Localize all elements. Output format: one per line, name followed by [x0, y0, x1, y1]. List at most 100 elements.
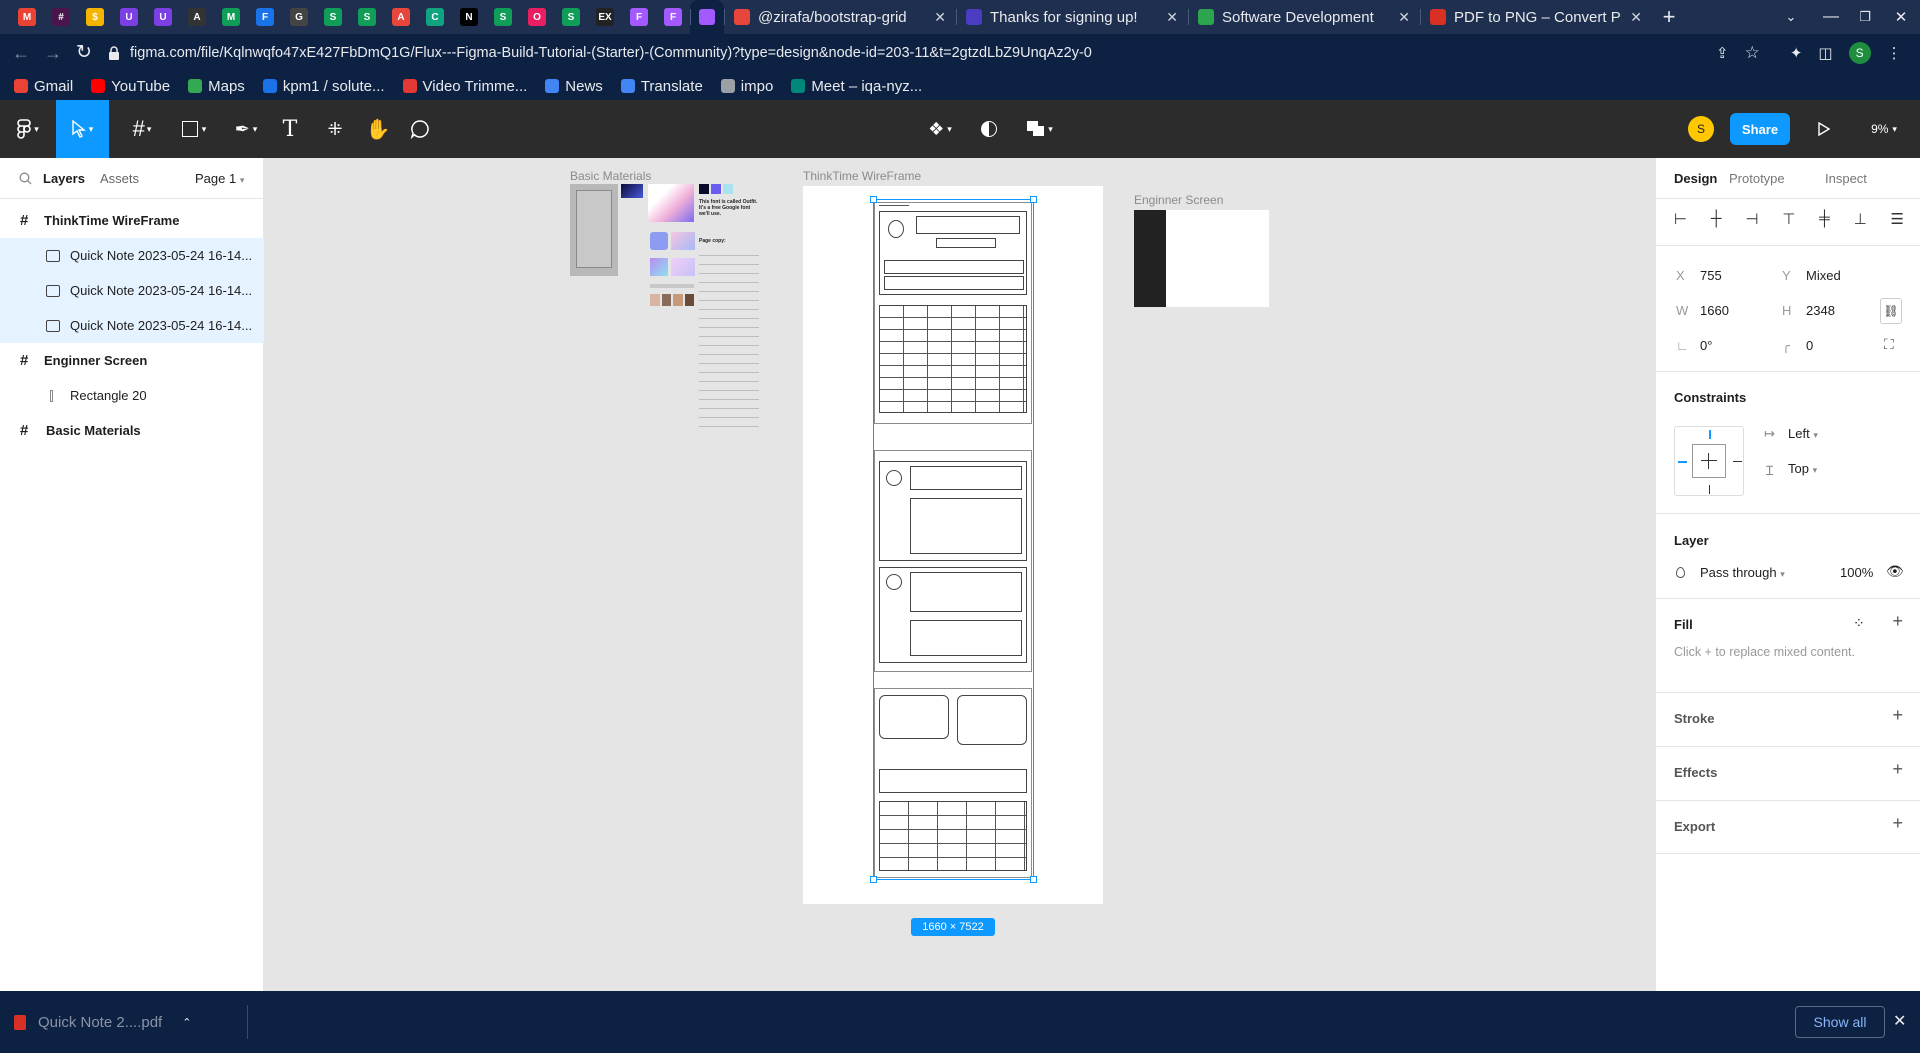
- independent-corners-icon[interactable]: ⛶: [1884, 336, 1894, 353]
- resize-handle[interactable]: [870, 196, 877, 203]
- tab-software-development[interactable]: Software Development ✕: [1188, 0, 1420, 34]
- distribute-icon[interactable]: ☰: [1890, 210, 1903, 230]
- tab-thanks-signing-up[interactable]: Thanks for signing up! ✕: [956, 0, 1188, 34]
- close-icon[interactable]: ✕: [934, 9, 946, 26]
- main-menu-button[interactable]: ▾: [0, 100, 56, 158]
- vertical-constraint-select[interactable]: Top ▾: [1788, 461, 1817, 476]
- bookmark-item[interactable]: impo: [720, 78, 773, 95]
- tab-bootstrap-grid[interactable]: @zirafa/bootstrap-grid ✕: [724, 0, 956, 34]
- bookmark-item[interactable]: Meet – iqa-nyz...: [791, 78, 922, 95]
- share-page-icon[interactable]: ⇪: [1716, 44, 1729, 62]
- pinned-tab[interactable]: F: [656, 0, 690, 34]
- pinned-tab[interactable]: U: [112, 0, 146, 34]
- close-icon[interactable]: ✕: [1630, 9, 1642, 26]
- resize-handle[interactable]: [1030, 876, 1037, 883]
- frame-label-basic-materials[interactable]: Basic Materials: [570, 169, 651, 183]
- frame-tool-button[interactable]: # ▾: [122, 100, 162, 158]
- y-input[interactable]: Mixed: [1806, 268, 1841, 283]
- bookmark-item[interactable]: Maps: [188, 78, 245, 95]
- tab-search-chevron-icon[interactable]: ⌄: [1768, 9, 1814, 25]
- resize-handle[interactable]: [870, 876, 877, 883]
- pinned-tab[interactable]: S: [350, 0, 384, 34]
- side-panel-icon[interactable]: ◫: [1818, 44, 1832, 62]
- frame-label-thinktime-wireframe[interactable]: ThinkTime WireFrame: [803, 169, 921, 183]
- layer-row-enginner-screen[interactable]: # Enginner Screen: [0, 343, 264, 378]
- extensions-icon[interactable]: ✦: [1790, 44, 1803, 62]
- layer-row-quick-note-3[interactable]: Quick Note 2023-05-24 16-14...: [0, 308, 264, 343]
- download-item[interactable]: Quick Note 2....pdf ⌃: [14, 1004, 226, 1040]
- move-tool-button[interactable]: ▾: [56, 100, 109, 158]
- chevron-up-icon[interactable]: ⌃: [182, 1016, 191, 1029]
- basic-materials-frame[interactable]: This font is called Outfit. It's a free …: [570, 184, 760, 434]
- comment-tool-button[interactable]: [406, 100, 434, 158]
- multiplayer-avatar[interactable]: S: [1688, 100, 1714, 158]
- horizontal-constraint-select[interactable]: Left ▾: [1788, 426, 1818, 441]
- width-input[interactable]: 1660: [1700, 303, 1729, 318]
- bookmark-item[interactable]: kpm1 / solute...: [262, 78, 385, 95]
- hand-tool-button[interactable]: ✋: [364, 100, 392, 158]
- forward-arrow-icon[interactable]: →: [44, 43, 62, 64]
- close-icon[interactable]: ✕: [1398, 9, 1410, 26]
- bookmark-item[interactable]: YouTube: [91, 78, 170, 95]
- x-input[interactable]: 755: [1700, 268, 1722, 283]
- pinned-tab[interactable]: M: [214, 0, 248, 34]
- present-button[interactable]: [1812, 100, 1836, 158]
- tab-design[interactable]: Design: [1674, 171, 1717, 186]
- bookmark-item[interactable]: News: [545, 78, 603, 95]
- align-center-h-icon[interactable]: ┼: [1711, 210, 1722, 230]
- eye-visibility-icon[interactable]: 👁: [1886, 563, 1904, 580]
- layer-row-quick-note-1[interactable]: Quick Note 2023-05-24 16-14...: [0, 238, 264, 273]
- window-close-icon[interactable]: ✕: [1882, 8, 1920, 26]
- pinned-tab[interactable]: S: [316, 0, 350, 34]
- pinned-tab[interactable]: #: [44, 0, 78, 34]
- add-effect-plus-icon[interactable]: +: [1892, 759, 1903, 780]
- height-input[interactable]: 2348: [1806, 303, 1835, 318]
- blend-mode-select[interactable]: Pass through ▾: [1700, 565, 1785, 580]
- text-tool-button[interactable]: T: [278, 100, 302, 158]
- radius-input[interactable]: 0: [1806, 338, 1813, 353]
- back-arrow-icon[interactable]: ←: [12, 43, 30, 64]
- pinned-tab[interactable]: S: [554, 0, 588, 34]
- pinned-tab[interactable]: A: [384, 0, 418, 34]
- reload-icon[interactable]: ↻: [76, 41, 92, 64]
- pinned-tab[interactable]: A: [180, 0, 214, 34]
- more-menu-icon[interactable]: ⋮: [1887, 44, 1902, 62]
- tab-pdf-to-png[interactable]: PDF to PNG – Convert PDF ✕: [1420, 0, 1652, 34]
- tab-layers[interactable]: Layers: [43, 171, 85, 186]
- align-bottom-icon[interactable]: ⊥: [1854, 210, 1867, 230]
- layer-row-quick-note-2[interactable]: Quick Note 2023-05-24 16-14...: [0, 273, 264, 308]
- pinned-tab[interactable]: $: [78, 0, 112, 34]
- url-bar[interactable]: figma.com/file/Kqlnwqfo47xE427FbDmQ1G/Fl…: [108, 38, 1764, 68]
- tab-prototype[interactable]: Prototype: [1729, 171, 1785, 186]
- layer-row-basic-materials[interactable]: # Basic Materials: [0, 413, 264, 448]
- constraint-widget[interactable]: [1674, 426, 1744, 496]
- rotation-input[interactable]: 0°: [1700, 338, 1712, 353]
- bookmark-item[interactable]: Gmail: [14, 78, 73, 95]
- add-export-plus-icon[interactable]: +: [1892, 813, 1903, 834]
- minimize-icon[interactable]: —: [1814, 8, 1848, 26]
- mask-button[interactable]: [976, 100, 1002, 158]
- bookmark-star-icon[interactable]: ☆: [1745, 43, 1760, 63]
- pen-tool-button[interactable]: ✒ ▾: [226, 100, 266, 158]
- share-button[interactable]: Share: [1730, 113, 1790, 145]
- bookmark-item[interactable]: Translate: [620, 78, 703, 95]
- align-left-icon[interactable]: ⊢: [1674, 210, 1687, 230]
- pinned-tab[interactable]: F: [248, 0, 282, 34]
- tab-inspect[interactable]: Inspect: [1825, 171, 1867, 186]
- resources-button[interactable]: ⁜: [322, 100, 348, 158]
- bookmark-item[interactable]: Video Trimme...: [402, 78, 527, 95]
- align-right-icon[interactable]: ⊣: [1745, 210, 1758, 230]
- pinned-tab[interactable]: G: [282, 0, 316, 34]
- tab-assets[interactable]: Assets: [100, 171, 139, 186]
- opacity-input[interactable]: 100%: [1840, 565, 1873, 580]
- enginner-screen-frame[interactable]: [1134, 210, 1269, 307]
- pinned-tab[interactable]: EX: [588, 0, 622, 34]
- styles-grid-icon[interactable]: ⁘: [1853, 615, 1865, 632]
- constrain-proportions-icon[interactable]: ⛓: [1880, 298, 1902, 324]
- layer-row-rectangle-20[interactable]: Rectangle 20: [0, 378, 264, 413]
- create-component-button[interactable]: ❖ ▾: [922, 100, 958, 158]
- frame-label-enginner-screen[interactable]: Enginner Screen: [1134, 193, 1223, 207]
- pinned-tab[interactable]: O: [520, 0, 554, 34]
- pinned-tab[interactable]: M: [10, 0, 44, 34]
- pinned-tab[interactable]: C: [418, 0, 452, 34]
